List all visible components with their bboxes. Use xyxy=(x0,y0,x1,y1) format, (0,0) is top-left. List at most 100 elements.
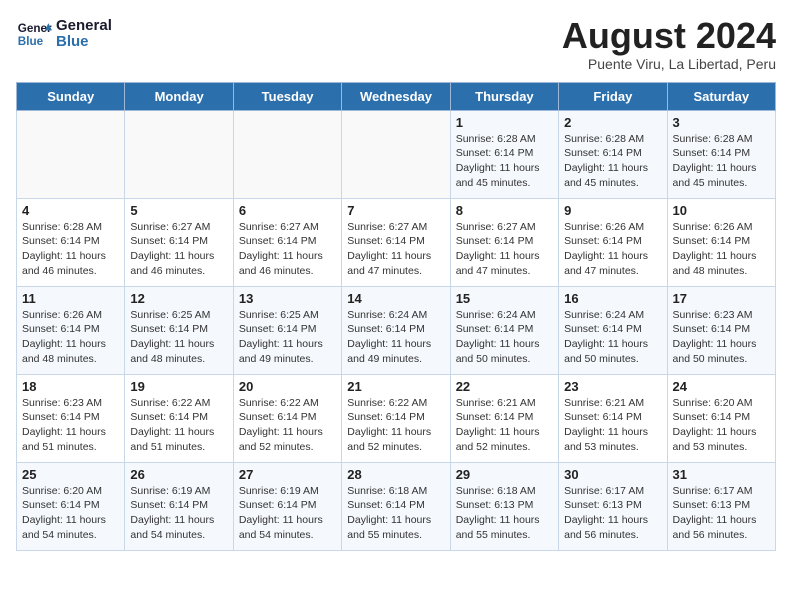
day-info: Sunrise: 6:24 AM Sunset: 6:14 PM Dayligh… xyxy=(347,308,444,367)
day-number: 20 xyxy=(239,379,336,394)
day-number: 19 xyxy=(130,379,227,394)
logo-icon: General Blue xyxy=(16,16,52,52)
calendar-cell: 26 Sunrise: 6:19 AM Sunset: 6:14 PM Dayli… xyxy=(125,462,233,550)
logo: General Blue General Blue xyxy=(16,16,112,52)
calendar-week-row: 1 Sunrise: 6:28 AM Sunset: 6:14 PM Daylig… xyxy=(17,110,776,198)
day-of-week-header: Tuesday xyxy=(233,82,341,110)
calendar-cell: 19 Sunrise: 6:22 AM Sunset: 6:14 PM Dayli… xyxy=(125,374,233,462)
day-number: 15 xyxy=(456,291,553,306)
calendar-cell: 2 Sunrise: 6:28 AM Sunset: 6:14 PM Daylig… xyxy=(559,110,667,198)
day-info: Sunrise: 6:23 AM Sunset: 6:14 PM Dayligh… xyxy=(22,396,119,455)
calendar-cell xyxy=(17,110,125,198)
calendar-cell: 8 Sunrise: 6:27 AM Sunset: 6:14 PM Daylig… xyxy=(450,198,558,286)
day-of-week-header: Wednesday xyxy=(342,82,450,110)
calendar-cell: 10Sunrise: 6:26 AM Sunset: 6:14 PM Dayli… xyxy=(667,198,775,286)
calendar-cell xyxy=(125,110,233,198)
calendar-cell: 3 Sunrise: 6:28 AM Sunset: 6:14 PM Daylig… xyxy=(667,110,775,198)
day-of-week-header: Thursday xyxy=(450,82,558,110)
day-info: Sunrise: 6:27 AM Sunset: 6:14 PM Dayligh… xyxy=(130,220,227,279)
day-info: Sunrise: 6:23 AM Sunset: 6:14 PM Dayligh… xyxy=(673,308,770,367)
day-info: Sunrise: 6:24 AM Sunset: 6:14 PM Dayligh… xyxy=(456,308,553,367)
calendar-cell: 23Sunrise: 6:21 AM Sunset: 6:14 PM Dayli… xyxy=(559,374,667,462)
day-number: 3 xyxy=(673,115,770,130)
day-number: 29 xyxy=(456,467,553,482)
day-info: Sunrise: 6:17 AM Sunset: 6:13 PM Dayligh… xyxy=(564,484,661,543)
day-info: Sunrise: 6:28 AM Sunset: 6:14 PM Dayligh… xyxy=(673,132,770,191)
day-info: Sunrise: 6:26 AM Sunset: 6:14 PM Dayligh… xyxy=(564,220,661,279)
day-info: Sunrise: 6:27 AM Sunset: 6:14 PM Dayligh… xyxy=(456,220,553,279)
calendar-cell: 20Sunrise: 6:22 AM Sunset: 6:14 PM Dayli… xyxy=(233,374,341,462)
day-info: Sunrise: 6:18 AM Sunset: 6:14 PM Dayligh… xyxy=(347,484,444,543)
day-info: Sunrise: 6:19 AM Sunset: 6:14 PM Dayligh… xyxy=(239,484,336,543)
day-info: Sunrise: 6:24 AM Sunset: 6:14 PM Dayligh… xyxy=(564,308,661,367)
day-info: Sunrise: 6:20 AM Sunset: 6:14 PM Dayligh… xyxy=(22,484,119,543)
calendar-table: SundayMondayTuesdayWednesdayThursdayFrid… xyxy=(16,82,776,551)
title-block: August 2024 Puente Viru, La Libertad, Pe… xyxy=(562,16,776,72)
calendar-cell: 18Sunrise: 6:23 AM Sunset: 6:14 PM Dayli… xyxy=(17,374,125,462)
calendar-week-row: 4 Sunrise: 6:28 AM Sunset: 6:14 PM Daylig… xyxy=(17,198,776,286)
calendar-cell: 30 Sunrise: 6:17 AM Sunset: 6:13 PM Dayli… xyxy=(559,462,667,550)
calendar-cell: 24 Sunrise: 6:20 AM Sunset: 6:14 PM Dayli… xyxy=(667,374,775,462)
day-number: 6 xyxy=(239,203,336,218)
calendar-cell: 12Sunrise: 6:25 AM Sunset: 6:14 PM Dayli… xyxy=(125,286,233,374)
location-subtitle: Puente Viru, La Libertad, Peru xyxy=(562,56,776,72)
day-number: 7 xyxy=(347,203,444,218)
calendar-cell: 1 Sunrise: 6:28 AM Sunset: 6:14 PM Daylig… xyxy=(450,110,558,198)
day-number: 8 xyxy=(456,203,553,218)
day-info: Sunrise: 6:20 AM Sunset: 6:14 PM Dayligh… xyxy=(673,396,770,455)
day-info: Sunrise: 6:28 AM Sunset: 6:14 PM Dayligh… xyxy=(456,132,553,191)
day-info: Sunrise: 6:26 AM Sunset: 6:14 PM Dayligh… xyxy=(22,308,119,367)
day-of-week-header: Friday xyxy=(559,82,667,110)
day-number: 25 xyxy=(22,467,119,482)
day-number: 31 xyxy=(673,467,770,482)
day-info: Sunrise: 6:22 AM Sunset: 6:14 PM Dayligh… xyxy=(347,396,444,455)
day-number: 1 xyxy=(456,115,553,130)
day-number: 2 xyxy=(564,115,661,130)
day-info: Sunrise: 6:22 AM Sunset: 6:14 PM Dayligh… xyxy=(130,396,227,455)
calendar-cell: 21 Sunrise: 6:22 AM Sunset: 6:14 PM Dayli… xyxy=(342,374,450,462)
day-number: 13 xyxy=(239,291,336,306)
calendar-cell: 7Sunrise: 6:27 AM Sunset: 6:14 PM Daylig… xyxy=(342,198,450,286)
calendar-cell: 31 Sunrise: 6:17 AM Sunset: 6:13 PM Dayli… xyxy=(667,462,775,550)
day-number: 26 xyxy=(130,467,227,482)
calendar-week-row: 18Sunrise: 6:23 AM Sunset: 6:14 PM Dayli… xyxy=(17,374,776,462)
day-number: 16 xyxy=(564,291,661,306)
calendar-cell: 5Sunrise: 6:27 AM Sunset: 6:14 PM Daylig… xyxy=(125,198,233,286)
day-number: 21 xyxy=(347,379,444,394)
calendar-cell: 6Sunrise: 6:27 AM Sunset: 6:14 PM Daylig… xyxy=(233,198,341,286)
logo-text-blue: Blue xyxy=(56,34,112,51)
day-info: Sunrise: 6:28 AM Sunset: 6:14 PM Dayligh… xyxy=(22,220,119,279)
day-of-week-header: Monday xyxy=(125,82,233,110)
day-info: Sunrise: 6:28 AM Sunset: 6:14 PM Dayligh… xyxy=(564,132,661,191)
calendar-cell: 17Sunrise: 6:23 AM Sunset: 6:14 PM Dayli… xyxy=(667,286,775,374)
calendar-cell: 9Sunrise: 6:26 AM Sunset: 6:14 PM Daylig… xyxy=(559,198,667,286)
calendar-week-row: 11Sunrise: 6:26 AM Sunset: 6:14 PM Dayli… xyxy=(17,286,776,374)
calendar-cell: 14Sunrise: 6:24 AM Sunset: 6:14 PM Dayli… xyxy=(342,286,450,374)
svg-text:Blue: Blue xyxy=(18,35,44,48)
calendar-body: 1 Sunrise: 6:28 AM Sunset: 6:14 PM Daylig… xyxy=(17,110,776,550)
calendar-cell xyxy=(233,110,341,198)
day-number: 4 xyxy=(22,203,119,218)
calendar-cell: 29Sunrise: 6:18 AM Sunset: 6:13 PM Dayli… xyxy=(450,462,558,550)
calendar-cell: 22Sunrise: 6:21 AM Sunset: 6:14 PM Dayli… xyxy=(450,374,558,462)
day-info: Sunrise: 6:25 AM Sunset: 6:14 PM Dayligh… xyxy=(130,308,227,367)
calendar-cell: 16 Sunrise: 6:24 AM Sunset: 6:14 PM Dayli… xyxy=(559,286,667,374)
logo-text-general: General xyxy=(56,18,112,35)
day-of-week-header: Saturday xyxy=(667,82,775,110)
day-number: 27 xyxy=(239,467,336,482)
calendar-cell xyxy=(342,110,450,198)
calendar-cell: 28Sunrise: 6:18 AM Sunset: 6:14 PM Dayli… xyxy=(342,462,450,550)
day-info: Sunrise: 6:19 AM Sunset: 6:14 PM Dayligh… xyxy=(130,484,227,543)
day-number: 24 xyxy=(673,379,770,394)
day-number: 10 xyxy=(673,203,770,218)
day-number: 30 xyxy=(564,467,661,482)
calendar-week-row: 25 Sunrise: 6:20 AM Sunset: 6:14 PM Dayli… xyxy=(17,462,776,550)
calendar-cell: 25 Sunrise: 6:20 AM Sunset: 6:14 PM Dayli… xyxy=(17,462,125,550)
calendar-cell: 13Sunrise: 6:25 AM Sunset: 6:14 PM Dayli… xyxy=(233,286,341,374)
day-of-week-header: Sunday xyxy=(17,82,125,110)
day-info: Sunrise: 6:21 AM Sunset: 6:14 PM Dayligh… xyxy=(456,396,553,455)
calendar-cell: 15 Sunrise: 6:24 AM Sunset: 6:14 PM Dayli… xyxy=(450,286,558,374)
day-info: Sunrise: 6:17 AM Sunset: 6:13 PM Dayligh… xyxy=(673,484,770,543)
calendar-header-row: SundayMondayTuesdayWednesdayThursdayFrid… xyxy=(17,82,776,110)
month-title: August 2024 xyxy=(562,16,776,56)
